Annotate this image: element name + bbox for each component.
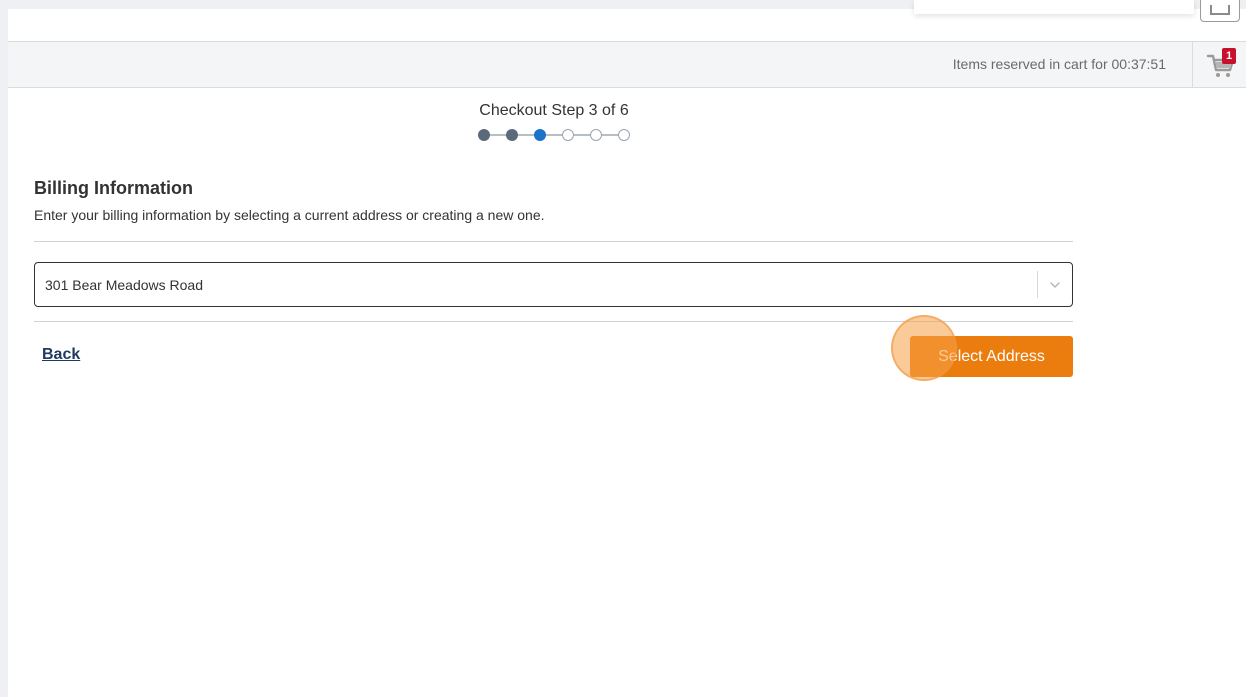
checkout-step-title: Checkout Step 3 of 6 [479,102,629,119]
tray-icon [1210,5,1230,15]
divider [34,321,1073,322]
cart-timer-text: Items reserved in cart for 00:37:51 [952,56,1166,72]
top-corner-button[interactable] [1200,0,1240,22]
billing-address-select[interactable]: 301 Bear Meadows Road [34,262,1073,307]
step-2-indicator [506,129,518,141]
step-3-indicator [534,129,546,141]
cart-divider [1192,42,1193,87]
step-4-indicator [562,129,574,141]
select-address-button[interactable]: Select Address [910,336,1073,377]
checkout-progress-stepper [478,129,630,141]
chevron-down-icon [1050,282,1060,288]
cart-button[interactable]: 1 [1204,46,1240,82]
left-edge-strip [0,0,8,697]
billing-instructions: Enter your billing information by select… [34,207,545,223]
step-5-indicator [590,129,602,141]
select-separator [1037,271,1038,298]
step-6-indicator [618,129,630,141]
cart-reservation-bar: Items reserved in cart for 00:37:51 1 [8,41,1246,88]
top-dropdown-panel [914,0,1194,14]
billing-section-title: Billing Information [34,178,193,198]
back-link[interactable]: Back [42,346,80,364]
checkout-page: Items reserved in cart for 00:37:51 1 Ch… [0,0,1246,697]
selected-address-value: 301 Bear Meadows Road [45,277,203,293]
cart-count-badge: 1 [1222,48,1236,64]
divider [34,241,1073,242]
step-1-indicator [478,129,490,141]
